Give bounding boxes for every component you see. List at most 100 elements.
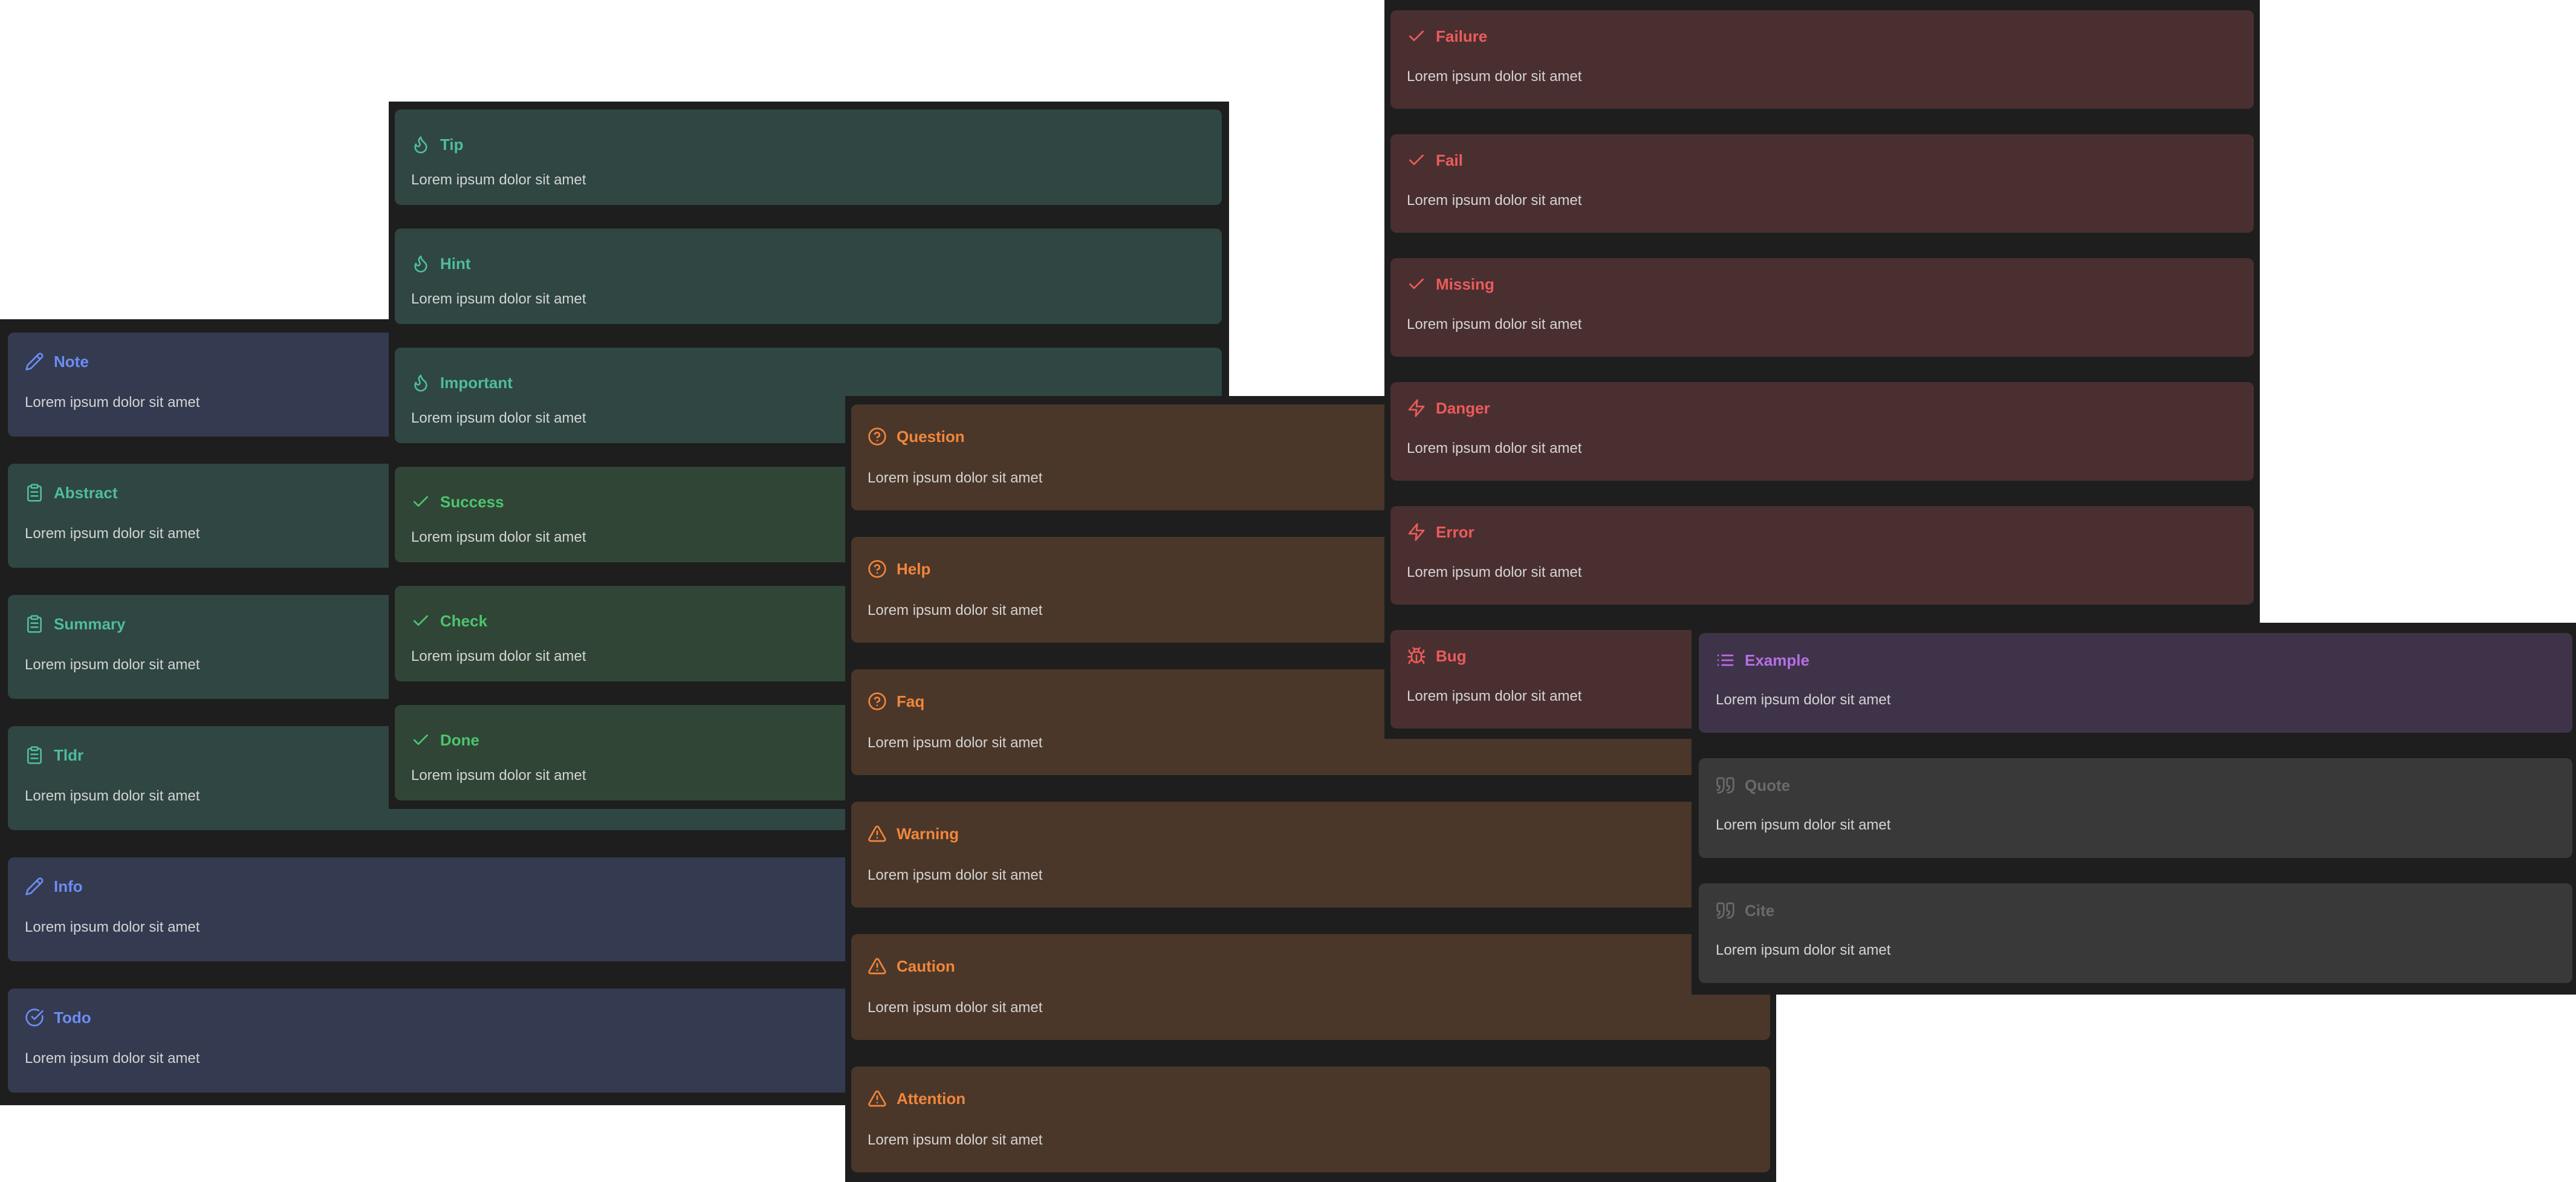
callout-body: Lorem ipsum dolor sit amet bbox=[25, 657, 200, 673]
callout-title: Important bbox=[411, 373, 513, 392]
callout-body: Lorem ipsum dolor sit amet bbox=[868, 602, 1043, 619]
callout-body: Lorem ipsum dolor sit amet bbox=[411, 767, 586, 784]
check-icon bbox=[414, 734, 428, 745]
check-icon bbox=[1409, 154, 1424, 165]
callout-title: Example bbox=[1716, 651, 1809, 670]
callout-body: Lorem ipsum dolor sit amet bbox=[1407, 192, 1582, 209]
callout-quote: Quote Lorem ipsum dolor sit amet bbox=[1699, 758, 2572, 858]
clipboard-icon bbox=[27, 746, 42, 764]
callout-title: Quote bbox=[1716, 776, 1790, 795]
callout-body: Lorem ipsum dolor sit amet bbox=[1716, 942, 1891, 958]
callout-danger: Danger Lorem ipsum dolor sit amet bbox=[1390, 382, 2254, 481]
help-circle-icon bbox=[868, 427, 886, 446]
callout-caution: Caution Lorem ipsum dolor sit amet bbox=[851, 934, 1770, 1040]
callout-title-label: Question bbox=[897, 427, 965, 446]
callout-title: Attention bbox=[868, 1089, 965, 1108]
callout-title-label: Hint bbox=[440, 254, 471, 273]
callout-title-label: Tldr bbox=[54, 745, 84, 764]
callout-title-label: Done bbox=[440, 730, 479, 749]
callout-title-label: Danger bbox=[1436, 398, 1490, 417]
callout-body: Lorem ipsum dolor sit amet bbox=[868, 1132, 1043, 1148]
callout-body: Lorem ipsum dolor sit amet bbox=[1407, 564, 1582, 580]
callout-missing: Missing Lorem ipsum dolor sit amet bbox=[1390, 258, 2254, 357]
callout-body: Lorem ipsum dolor sit amet bbox=[868, 470, 1043, 486]
help-circle-icon bbox=[868, 560, 886, 578]
callout-failure: Failure Lorem ipsum dolor sit amet bbox=[1390, 10, 2254, 109]
callout-title-label: Help bbox=[897, 559, 931, 578]
callout-title-label: Faq bbox=[897, 692, 925, 710]
callout-body: Lorem ipsum dolor sit amet bbox=[25, 1050, 200, 1067]
callout-title: Todo bbox=[25, 1008, 91, 1027]
pencil-icon bbox=[25, 352, 44, 371]
callout-title-label: Success bbox=[440, 492, 504, 511]
callout-title: Note bbox=[25, 352, 89, 371]
callout-fail: Fail Lorem ipsum dolor sit amet bbox=[1390, 134, 2254, 233]
callout-title-label: Example bbox=[1745, 651, 1809, 669]
callout-body: Lorem ipsum dolor sit amet bbox=[1407, 688, 1582, 704]
pencil-icon bbox=[25, 877, 44, 895]
callout-body: Lorem ipsum dolor sit amet bbox=[411, 529, 586, 545]
callout-body: Lorem ipsum dolor sit amet bbox=[868, 735, 1043, 751]
alert-triangle-icon bbox=[868, 825, 886, 842]
callout-cite: Cite Lorem ipsum dolor sit amet bbox=[1699, 883, 2572, 983]
zap-icon bbox=[1408, 399, 1425, 417]
clipboard-icon bbox=[27, 484, 42, 502]
callout-title: Missing bbox=[1407, 274, 1494, 294]
bug-icon bbox=[1407, 647, 1426, 664]
flame-icon bbox=[414, 255, 427, 273]
check-icon bbox=[414, 496, 428, 507]
flame-icon bbox=[414, 136, 427, 154]
zap-icon bbox=[1408, 523, 1425, 541]
callout-title-label: Summary bbox=[54, 614, 126, 633]
callout-title-label: Info bbox=[54, 877, 83, 895]
callout-title: Caution bbox=[868, 956, 955, 976]
example-callout-panel: Example Lorem ipsum dolor sit amet Quote… bbox=[1692, 623, 2576, 995]
callout-title: Help bbox=[868, 559, 930, 579]
callout-title: Warning bbox=[868, 824, 959, 843]
callout-title: Done bbox=[411, 730, 479, 750]
alert-triangle-icon bbox=[868, 1090, 886, 1107]
callout-title-label: Check bbox=[440, 611, 488, 630]
callout-title-label: Cite bbox=[1745, 901, 1775, 920]
callout-title-label: Caution bbox=[897, 956, 955, 975]
callout-warning: Warning Lorem ipsum dolor sit amet bbox=[851, 802, 1770, 908]
check-circle-icon bbox=[25, 1008, 44, 1027]
callout-title: Failure bbox=[1407, 27, 1487, 46]
callout-title-label: Failure bbox=[1436, 27, 1488, 45]
callout-title: Summary bbox=[25, 614, 126, 634]
callout-title: Abstract bbox=[25, 483, 117, 502]
callout-todo: Todo Lorem ipsum dolor sit amet bbox=[8, 989, 851, 1093]
callout-body: Lorem ipsum dolor sit amet bbox=[1407, 68, 1582, 85]
callout-body: Lorem ipsum dolor sit amet bbox=[1407, 316, 1582, 333]
callout-title: Success bbox=[411, 492, 504, 511]
callout-title: Danger bbox=[1407, 398, 1490, 418]
callout-title: Hint bbox=[411, 254, 471, 273]
quote-icon bbox=[1716, 777, 1734, 794]
callout-title-label: Attention bbox=[897, 1089, 966, 1108]
callout-title: Tip bbox=[411, 135, 464, 154]
callout-title: Info bbox=[25, 877, 83, 896]
callout-body: Lorem ipsum dolor sit amet bbox=[1716, 692, 1891, 708]
callout-title: Question bbox=[868, 427, 965, 446]
callout-title: Fail bbox=[1407, 151, 1463, 170]
callout-body: Lorem ipsum dolor sit amet bbox=[411, 291, 586, 307]
callout-hint: Hint Lorem ipsum dolor sit amet bbox=[395, 229, 1222, 324]
callout-tip: Tip Lorem ipsum dolor sit amet bbox=[395, 109, 1222, 205]
callout-title-label: Note bbox=[54, 352, 89, 371]
callout-body: Lorem ipsum dolor sit amet bbox=[411, 410, 586, 426]
callout-title: Tldr bbox=[25, 745, 83, 765]
callout-body: Lorem ipsum dolor sit amet bbox=[25, 919, 200, 935]
callout-title: Cite bbox=[1716, 901, 1774, 920]
check-icon bbox=[1409, 30, 1424, 41]
clipboard-icon bbox=[27, 615, 42, 633]
callout-body: Lorem ipsum dolor sit amet bbox=[411, 172, 586, 188]
callout-title-label: Important bbox=[440, 373, 513, 392]
flame-icon bbox=[414, 374, 427, 392]
callout-title: Error bbox=[1407, 522, 1475, 542]
callout-title: Bug bbox=[1407, 646, 1467, 666]
check-icon bbox=[414, 615, 428, 626]
callout-body: Lorem ipsum dolor sit amet bbox=[868, 867, 1043, 883]
callout-title-label: Missing bbox=[1436, 274, 1494, 293]
check-icon bbox=[1409, 278, 1424, 289]
callout-title-label: Abstract bbox=[54, 483, 118, 502]
